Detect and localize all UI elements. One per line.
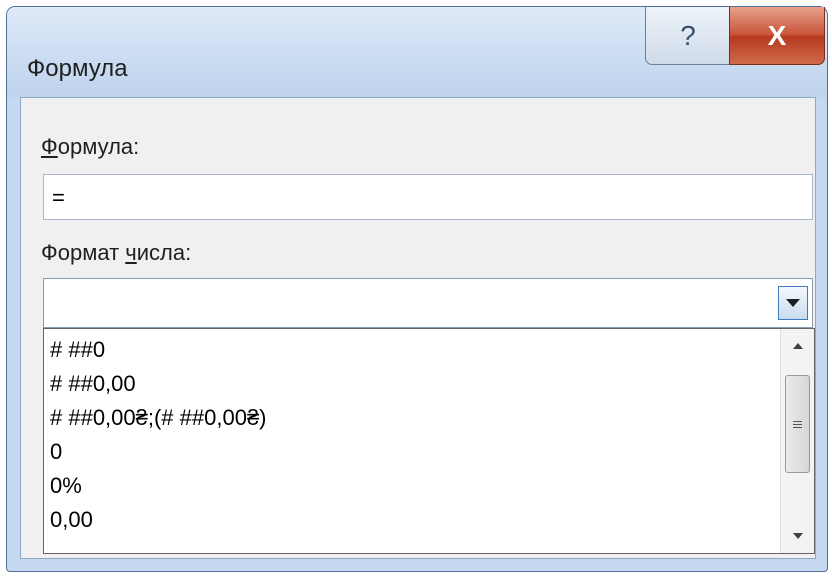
number-format-combobox[interactable] (43, 278, 813, 328)
title-bar[interactable]: Формула ? X (7, 7, 827, 97)
chevron-down-icon (786, 299, 800, 307)
close-icon: X (767, 19, 787, 51)
formula-label: Формула: (41, 134, 139, 160)
scroll-down-button[interactable] (781, 519, 814, 553)
list-item[interactable]: 0,00 (48, 503, 267, 537)
scroll-up-icon (792, 343, 803, 349)
scroll-thumb[interactable] (785, 375, 810, 473)
list-item[interactable]: # ##0,00 (48, 367, 267, 401)
help-icon: ? (680, 19, 696, 51)
list-item[interactable]: # ##0 (48, 333, 267, 367)
list-item[interactable]: 0 (48, 435, 267, 469)
dialog-body: Формула: = Формат числа: # ##0 # ##0,00 … (20, 97, 816, 559)
scroll-down-icon (792, 533, 803, 539)
number-format-label: Формат числа: (41, 240, 191, 266)
vertical-scrollbar[interactable] (780, 329, 814, 553)
formula-label-accel: Ф (41, 134, 58, 159)
formula-label-text: ормула: (57, 134, 140, 159)
number-format-label-text: Формат (41, 240, 126, 265)
formula-dialog: Формула ? X Формула: = Формат числа: # #… (6, 6, 828, 572)
formula-field[interactable]: = (43, 174, 813, 220)
dialog-title: Формула (27, 55, 128, 82)
scroll-up-button[interactable] (781, 329, 814, 363)
list-item[interactable]: 0% (48, 469, 267, 503)
grip-icon (793, 419, 802, 430)
help-button[interactable]: ? (645, 7, 731, 65)
close-button[interactable]: X (729, 7, 825, 65)
number-format-label-text-end: исла: (136, 240, 192, 265)
number-format-label-accel: ч (125, 240, 137, 265)
dropdown-button[interactable] (778, 286, 808, 320)
number-format-list[interactable]: # ##0 # ##0,00 # ##0,00₴;(# ##0,00₴) 0 0… (43, 328, 815, 554)
list-item[interactable]: # ##0,00₴;(# ##0,00₴) (48, 401, 267, 435)
